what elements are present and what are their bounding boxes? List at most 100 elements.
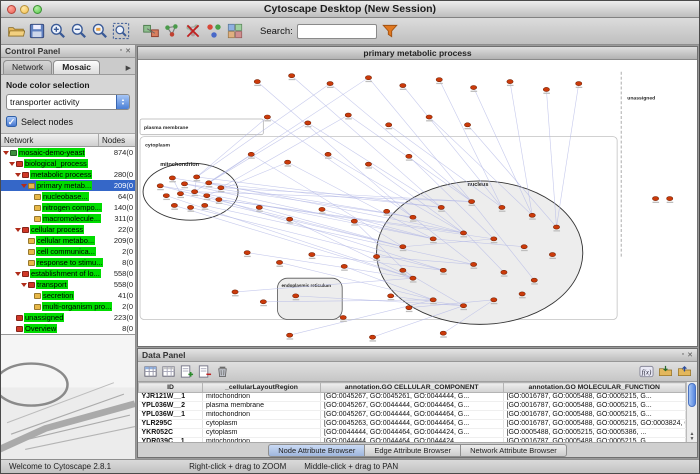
expand-arrow-icon[interactable] bbox=[15, 173, 21, 177]
float-panel-icon[interactable]: ▫ bbox=[682, 351, 684, 359]
expand-arrow-icon[interactable] bbox=[21, 283, 27, 287]
cluster-icon bbox=[34, 205, 41, 211]
minimize-window-button[interactable] bbox=[20, 5, 29, 14]
tree-row-unassigned[interactable]: unassigned223(0 bbox=[1, 312, 135, 323]
manage-plugins-icon[interactable] bbox=[226, 22, 244, 40]
tree-header: Network Nodes bbox=[1, 134, 135, 147]
export-attributes-icon[interactable] bbox=[677, 364, 692, 379]
expand-arrow-icon[interactable] bbox=[9, 162, 15, 166]
status-bar: Welcome to Cytoscape 2.8.1 Right-click +… bbox=[1, 459, 699, 473]
close-panel-icon[interactable]: ✕ bbox=[125, 47, 131, 55]
maximize-window-button[interactable] bbox=[33, 5, 42, 14]
destroy-network-view-icon[interactable] bbox=[184, 22, 202, 40]
table-row[interactable]: YPL036W__2plasma membrane[GO:0045267, GO… bbox=[139, 402, 686, 411]
unselect-attributes-icon[interactable] bbox=[161, 364, 176, 379]
tree-row-transport[interactable]: transport558(0 bbox=[1, 279, 135, 290]
column-header-id[interactable]: ID bbox=[139, 383, 203, 393]
zoom-fit-icon[interactable] bbox=[112, 22, 130, 40]
tree-row-secretion[interactable]: secretion41(0 bbox=[1, 290, 135, 301]
tree-row-mosaic-demo-yeast[interactable]: mosaic-demo-yeast874(0 bbox=[1, 147, 135, 158]
node-count: 8(0 bbox=[122, 258, 135, 267]
close-panel-icon[interactable]: ✕ bbox=[687, 351, 693, 359]
tree-row-macromolecule[interactable]: macromolecule...311(0 bbox=[1, 213, 135, 224]
node-color-dropdown[interactable]: transporter activity ▲▼ bbox=[6, 94, 130, 110]
table-row[interactable]: YPL036W__1mitochondrion[GO:0045267, GO:0… bbox=[139, 411, 686, 420]
expand-arrow-icon[interactable] bbox=[15, 272, 21, 276]
nodes-column-header[interactable]: Nodes bbox=[99, 134, 135, 146]
select-attributes-icon[interactable] bbox=[143, 364, 158, 379]
open-session-icon[interactable] bbox=[7, 22, 25, 40]
titlebar[interactable]: Cytoscape Desktop (New Session) bbox=[1, 1, 699, 18]
tab-node-attribute-browser[interactable]: Node Attribute Browser bbox=[268, 444, 365, 457]
delete-attribute-icon[interactable] bbox=[197, 364, 212, 379]
column-header-cellularlayoutregion[interactable]: _cellularLayoutRegion bbox=[203, 383, 321, 393]
tree-label: response to stimu... bbox=[36, 258, 103, 267]
svg-text:mitochondrion: mitochondrion bbox=[160, 162, 199, 168]
float-panel-icon[interactable]: ▫ bbox=[120, 47, 122, 55]
table-row[interactable]: YLR295Ccytoplasm[GO:0045263, GO:0044444,… bbox=[139, 420, 686, 429]
expand-arrow-icon[interactable] bbox=[15, 228, 21, 232]
tree-row-metabolic-process[interactable]: metabolic process280(0 bbox=[1, 169, 135, 180]
cluster-icon bbox=[34, 194, 41, 200]
tree-row-overview[interactable]: Overview8(0 bbox=[1, 323, 135, 334]
dropdown-arrows-icon[interactable]: ▲▼ bbox=[116, 95, 129, 109]
table-cell: YPL036W__1 bbox=[139, 411, 203, 420]
tree-row-nucleobase[interactable]: nucleobase...64(0 bbox=[1, 191, 135, 202]
tree-row-biological-process[interactable]: biological_process bbox=[1, 158, 135, 169]
create-network-view-icon[interactable] bbox=[163, 22, 181, 40]
show-graphics-details-icon[interactable] bbox=[142, 22, 160, 40]
network-view-title[interactable]: primary metabolic process bbox=[138, 47, 697, 60]
network-canvas[interactable]: plasma membranecytoplasmmitochondrionnuc… bbox=[138, 60, 697, 346]
tree-row-multi-organism-pro[interactable]: multi-organism pro...2(0 bbox=[1, 301, 135, 312]
tree-row-nitrogen-compo[interactable]: nitrogen compo...140(0 bbox=[1, 202, 135, 213]
column-header-annotation-go-cellular-component[interactable]: annotation.GO CELLULAR_COMPONENT bbox=[321, 383, 504, 393]
table-scrollbar[interactable]: ▲▼ bbox=[686, 382, 697, 442]
overview-canvas[interactable] bbox=[1, 335, 135, 459]
expand-arrow-icon[interactable] bbox=[21, 184, 27, 188]
table-row[interactable]: YJR121W__1mitochondrion[GO:0045267, GO:0… bbox=[139, 393, 686, 402]
tree-row-cellular-metabo[interactable]: cellular metabo...209(0 bbox=[1, 235, 135, 246]
select-nodes-row: ✓ Select nodes bbox=[6, 116, 130, 127]
tab-scroll-right-icon[interactable]: ▶ bbox=[126, 64, 133, 74]
tree-row-primary-metab[interactable]: primary metab...209(0 bbox=[1, 180, 135, 191]
search-options-icon[interactable] bbox=[381, 22, 399, 40]
tab-edge-attribute-browser[interactable]: Edge Attribute Browser bbox=[365, 444, 461, 457]
close-window-button[interactable] bbox=[7, 5, 16, 14]
tree-row-establishment-of-lo[interactable]: establishment of lo...558(0 bbox=[1, 268, 135, 279]
zoom-in-icon[interactable] bbox=[49, 22, 67, 40]
tree-row-cellular-process[interactable]: cellular process22(0 bbox=[1, 224, 135, 235]
attribute-table[interactable]: ID_cellularLayoutRegionannotation.GO CEL… bbox=[138, 382, 686, 442]
column-header-annotation-go-molecular-function[interactable]: annotation.GO MOLECULAR_FUNCTION bbox=[503, 383, 686, 393]
tab-network-attribute-browser[interactable]: Network Attribute Browser bbox=[461, 444, 567, 457]
node-count: 140(0 bbox=[114, 203, 135, 212]
table-cell: [GO:0045267, GO:0045261, GO:0044444, G..… bbox=[321, 393, 504, 402]
search-input[interactable] bbox=[297, 24, 377, 39]
scrollbar-thumb[interactable] bbox=[688, 383, 696, 407]
tab-mosaic[interactable]: Mosaic bbox=[53, 60, 100, 74]
network-column-header[interactable]: Network bbox=[1, 134, 99, 146]
table-row[interactable]: YKR052Ccytoplasm[GO:0044444, GO:0044464,… bbox=[139, 429, 686, 438]
table-cell: [GO:0016787, GO:0005488, GO:0005215, GO:… bbox=[503, 420, 686, 429]
tree-row-cell-communica[interactable]: cell communica...2(0 bbox=[1, 246, 135, 257]
zoom-out-icon[interactable] bbox=[70, 22, 88, 40]
select-nodes-checkbox[interactable]: ✓ bbox=[6, 116, 17, 127]
table-cell: YLR295C bbox=[139, 420, 203, 429]
network-overview-thumbnail[interactable] bbox=[1, 334, 135, 459]
function-builder-icon[interactable]: f(x) bbox=[639, 364, 654, 379]
scrollbar-arrows-icon[interactable]: ▲▼ bbox=[687, 432, 697, 442]
zoom-selected-icon[interactable] bbox=[91, 22, 109, 40]
save-session-icon[interactable] bbox=[28, 22, 46, 40]
table-cell: [GO:0044444, GO:0044464, GO:0044424, G..… bbox=[321, 429, 504, 438]
tab-network[interactable]: Network bbox=[3, 60, 52, 74]
import-attributes-icon[interactable] bbox=[658, 364, 673, 379]
create-attribute-icon[interactable] bbox=[179, 364, 194, 379]
cluster-icon bbox=[28, 238, 35, 244]
tree-row-response-to-stimu[interactable]: response to stimu... 8(0 bbox=[1, 257, 135, 268]
table-cell: [GO:0005488, GO:0005215, GO:0005386, ... bbox=[503, 429, 686, 438]
node-count: 2(0 bbox=[122, 302, 135, 311]
trash-icon[interactable] bbox=[215, 364, 230, 379]
control-panel-header: Control Panel ▫ ✕ bbox=[1, 45, 135, 58]
vizmapper-icon[interactable] bbox=[205, 22, 223, 40]
expand-arrow-icon[interactable] bbox=[3, 151, 9, 155]
data-panel: Data Panel ▫ ✕ f(x) ID_cellularLayoutReg… bbox=[137, 348, 698, 458]
